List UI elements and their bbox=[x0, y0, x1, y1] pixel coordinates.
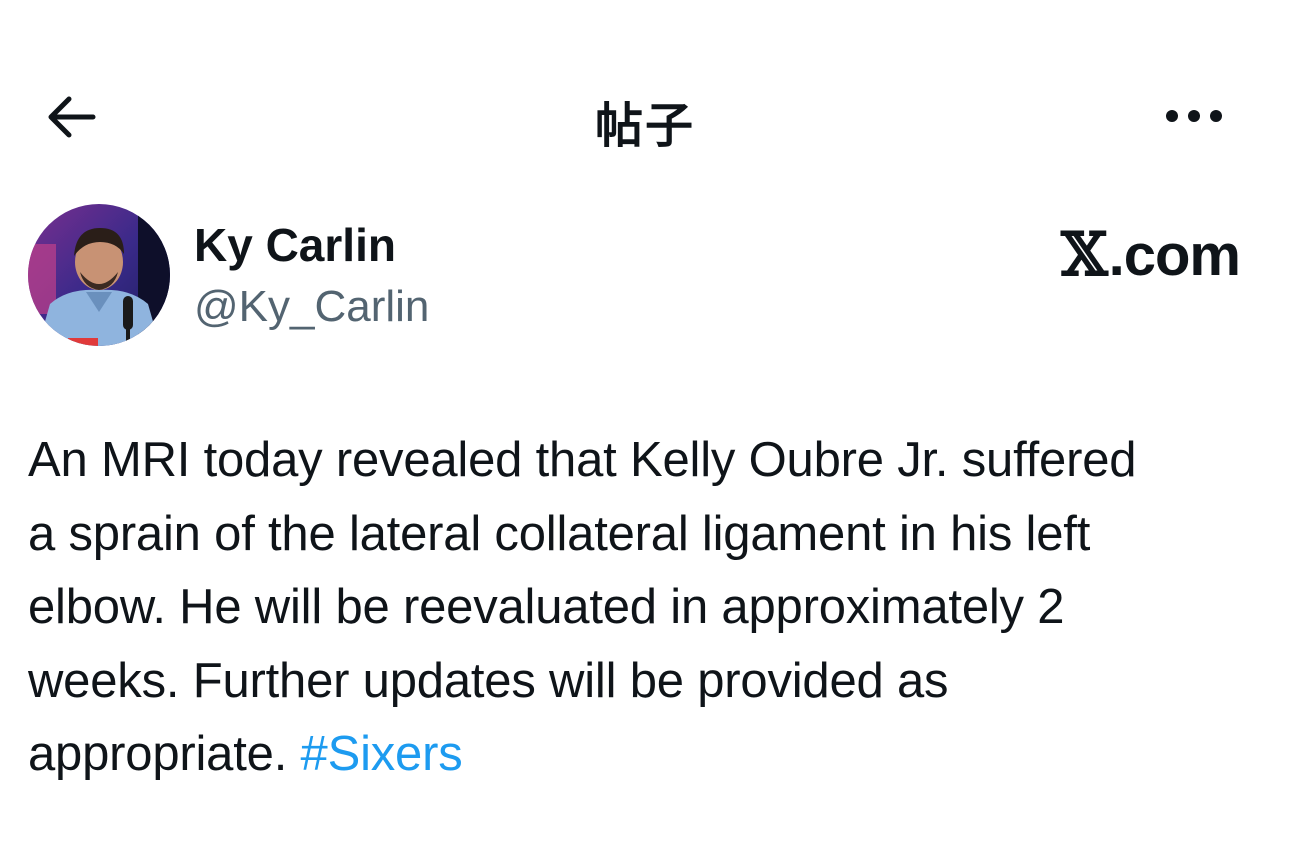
avatar-photo bbox=[28, 204, 170, 346]
top-bar: 帖子 bbox=[0, 60, 1290, 170]
x-logo-icon: 𝕏 bbox=[1061, 220, 1108, 290]
post-line-text: appropriate. bbox=[28, 727, 288, 781]
post-author: Ky Carlin @Ky_Carlin 𝕏 .com bbox=[28, 204, 1262, 349]
author-name[interactable]: Ky Carlin bbox=[194, 218, 396, 272]
post-line-last: appropriate. #Sixers bbox=[28, 718, 1268, 792]
post-text: An MRI today revealed that Kelly Oubre J… bbox=[28, 424, 1268, 792]
author-handle[interactable]: @Ky_Carlin bbox=[194, 282, 429, 332]
post-line: An MRI today revealed that Kelly Oubre J… bbox=[28, 433, 1137, 487]
hashtag-link[interactable]: #Sixers bbox=[301, 727, 463, 781]
brand-suffix: .com bbox=[1108, 222, 1241, 288]
post-line: a sprain of the lateral collateral ligam… bbox=[28, 506, 1091, 561]
more-horizontal-icon bbox=[1166, 110, 1222, 122]
post-line: weeks. Further updates will be provided … bbox=[28, 653, 949, 708]
page-title: 帖子 bbox=[594, 98, 695, 154]
x-com-logo: 𝕏 .com bbox=[1061, 220, 1241, 290]
post-line: elbow. He will be reevaluated in approxi… bbox=[28, 580, 1065, 634]
avatar[interactable] bbox=[28, 204, 170, 346]
more-options-button[interactable] bbox=[1154, 86, 1234, 146]
